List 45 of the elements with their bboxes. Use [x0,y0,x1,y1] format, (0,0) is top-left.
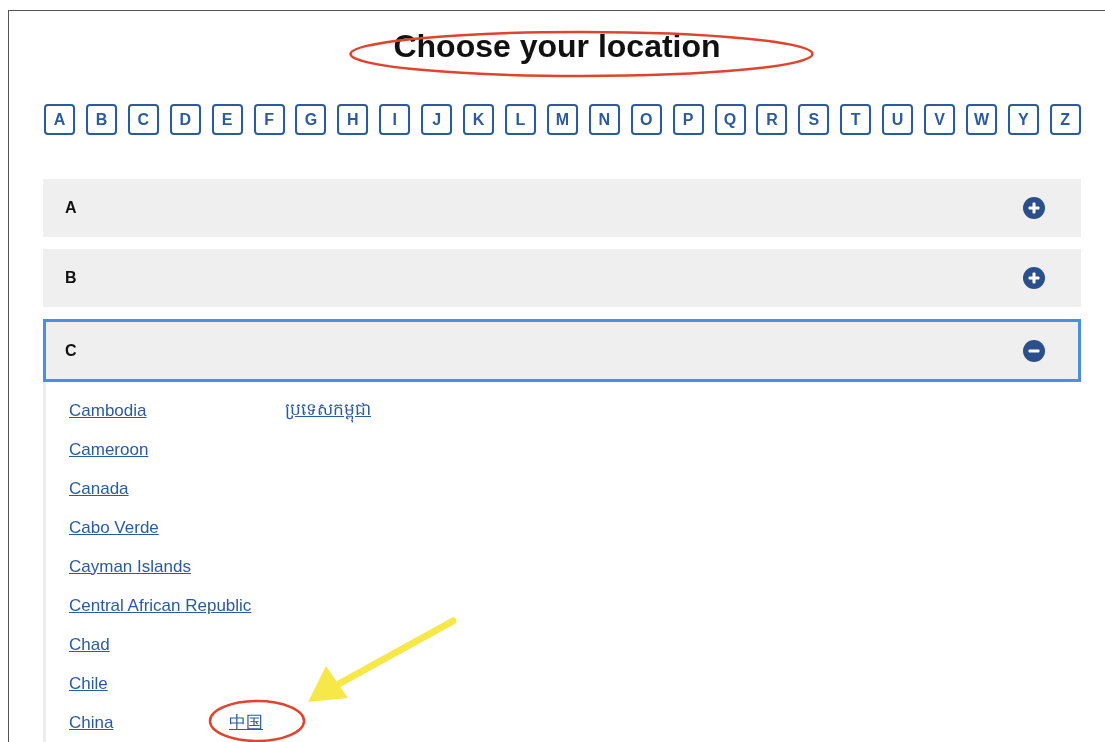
letter-button[interactable]: B [85,104,117,135]
letter-button[interactable]: U [882,104,914,135]
country-link[interactable]: China [69,712,179,733]
letter-button[interactable]: M [546,104,578,135]
letter-button[interactable]: V [924,104,956,135]
collapse-icon[interactable] [1023,339,1045,362]
letter-button[interactable]: L [504,104,536,135]
letter-button[interactable]: W [965,104,997,135]
letter-button[interactable]: H [337,104,369,135]
letter-button[interactable]: A [44,104,75,135]
letter-button[interactable]: R [756,104,788,135]
page-title: Choose your location [393,27,721,65]
expand-icon[interactable] [1023,197,1045,219]
country-link[interactable]: Cameroon [69,439,179,460]
country-native-link[interactable]: 中国 [229,713,263,732]
letter-button[interactable]: P [672,104,704,135]
letter-button[interactable]: D [169,104,201,135]
country-link[interactable]: Cabo Verde [69,517,179,538]
letter-button[interactable]: Y [1007,104,1039,135]
expand-icon[interactable] [1023,267,1045,289]
letter-button[interactable]: Q [714,104,746,135]
letter-button[interactable]: F [253,104,285,135]
letter-button[interactable]: O [630,104,662,135]
letter-button[interactable]: T [840,104,872,135]
country-link[interactable]: Cambodia [69,400,179,421]
country-link[interactable]: Canada [69,478,179,499]
letter-button[interactable]: E [211,104,243,135]
letter-button[interactable]: K [463,104,495,135]
country-link[interactable]: Chile [69,673,179,694]
letter-button[interactable]: J [421,104,453,135]
accordion-header[interactable]: C [43,319,1081,382]
country-link[interactable]: Chad [69,634,179,655]
letter-button[interactable]: C [127,104,159,135]
letter-button[interactable]: Z [1049,104,1081,135]
country-link[interactable]: Cayman Islands [69,556,191,577]
accordion-header[interactable]: B [43,249,1081,307]
section-label: B [65,269,77,287]
section-label: A [65,199,77,217]
section-label: C [65,341,77,360]
letter-button[interactable]: G [295,104,327,135]
letter-button[interactable]: S [798,104,830,135]
accordion-header[interactable]: A [43,179,1081,237]
country-link[interactable]: Central African Republic [69,595,252,616]
letter-button[interactable]: N [588,104,620,135]
letter-button[interactable]: I [379,104,411,135]
